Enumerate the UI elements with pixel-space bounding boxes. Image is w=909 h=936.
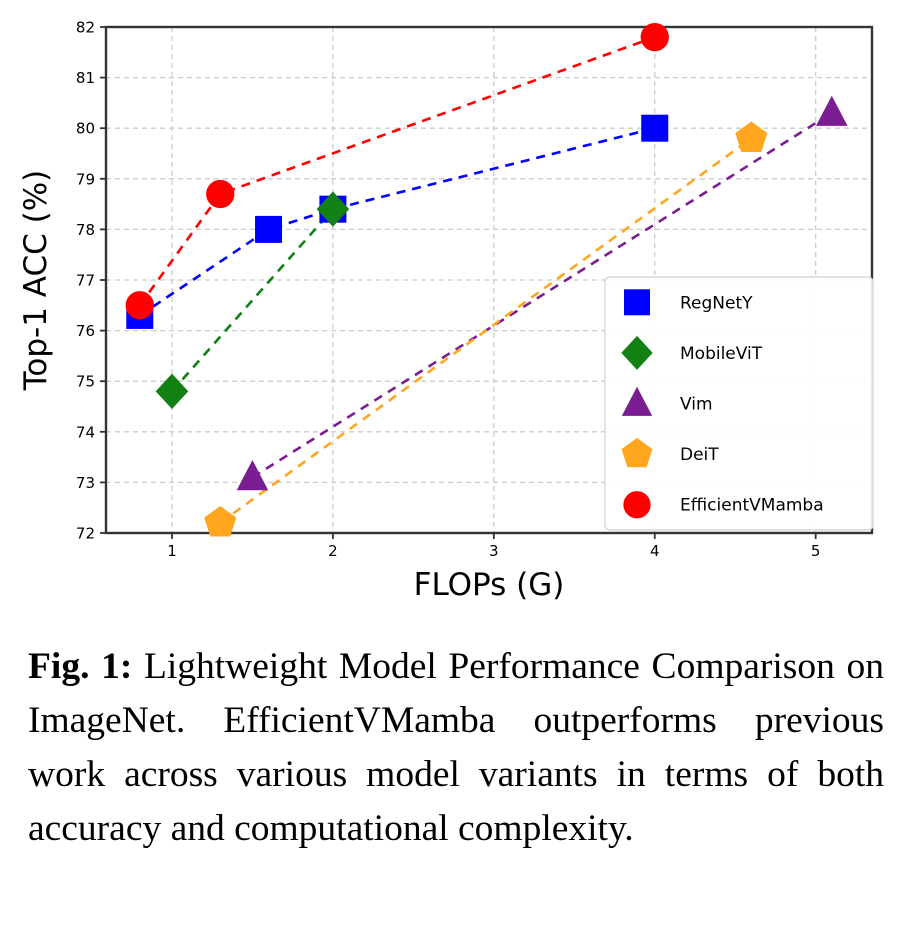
y-tick-label: 73 (76, 474, 95, 492)
chart-figure: 72 73 74 75 76 77 78 79 80 81 82 1 2 3 4 5 FLOPs (G) To… (0, 0, 909, 620)
y-tick-label: 76 (76, 322, 95, 340)
data-point-pentagon (204, 506, 237, 537)
data-point-circle (206, 179, 235, 209)
y-tick-label: 78 (76, 221, 95, 239)
legend-item-label[interactable]: EfficientVMamba (680, 496, 824, 516)
legend-item-label[interactable]: MobileViT (680, 344, 763, 364)
data-point-square (641, 114, 669, 142)
x-tick-label: 1 (167, 542, 177, 560)
data-point-triangle (236, 460, 269, 491)
y-tick-label: 74 (76, 423, 95, 441)
y-tick-label: 77 (76, 272, 95, 290)
y-tick-label: 80 (76, 120, 95, 138)
caption-text: Lightweight Model Performance Comparison… (28, 646, 884, 849)
legend-item-label[interactable]: Vim (680, 395, 713, 415)
figure-page: 72 73 74 75 76 77 78 79 80 81 82 1 2 3 4 5 FLOPs (G) To… (0, 0, 909, 936)
figure-number: Fig. 1: (28, 646, 133, 687)
figure-caption: Fig. 1: Lightweight Model Performance Co… (28, 640, 884, 856)
y-tick-label: 82 (76, 19, 95, 37)
data-point-circle (640, 22, 669, 52)
data-point-circle (623, 491, 651, 519)
series-line (171, 208, 334, 393)
legend-item-label[interactable]: RegNetY (680, 293, 753, 313)
data-point-square (624, 289, 650, 316)
data-point-triangle (815, 95, 848, 126)
y-tick-label: 75 (76, 373, 95, 391)
x-tick-label: 3 (489, 542, 499, 560)
chart-canvas: 72 73 74 75 76 77 78 79 80 81 82 1 2 3 4 5 FLOPs (G) To… (18, 19, 874, 603)
legend-item-label[interactable]: DeiT (680, 445, 719, 465)
x-tick-label: 2 (328, 542, 338, 560)
series-line (139, 126, 656, 317)
data-point-circle (125, 291, 154, 320)
chart-legend[interactable]: RegNetY MobileViT Vim DeiT EfficientVMamba (604, 276, 874, 531)
data-point-square (255, 215, 283, 243)
x-axis-label: FLOPs (G) (414, 567, 565, 603)
y-tick-label: 81 (76, 69, 95, 87)
y-tick-label: 72 (76, 525, 95, 543)
y-axis-label: Top-1 ACC (%) (18, 170, 54, 392)
x-tick-label: 4 (650, 542, 660, 560)
x-tick-label: 5 (811, 542, 821, 560)
y-tick-label: 79 (76, 170, 95, 188)
data-point-pentagon (735, 121, 768, 152)
